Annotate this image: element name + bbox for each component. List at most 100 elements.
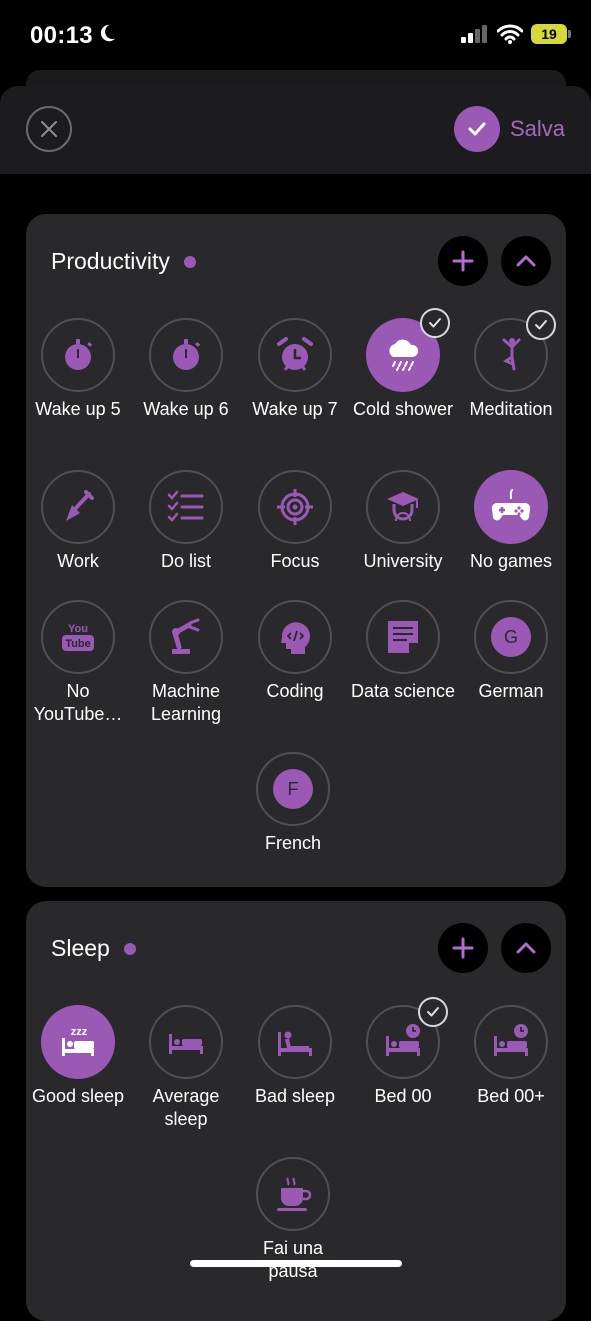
habit-label: Do list	[160, 551, 211, 571]
habit-label: Coding	[266, 681, 324, 701]
habit-toggle[interactable]	[366, 997, 448, 1079]
bed-icon	[166, 1022, 206, 1062]
habit-label: Average sleep	[152, 1086, 220, 1129]
habit-toggle[interactable]	[41, 470, 115, 544]
habit-label: Wake up 5	[35, 399, 121, 419]
stopwatch-icon	[166, 335, 206, 375]
habit-label: Wake up 7	[252, 399, 338, 419]
habit-toggle[interactable]	[366, 470, 440, 544]
habit-toggle[interactable]	[258, 318, 332, 392]
shovel-icon	[58, 487, 98, 527]
habit-item[interactable]: Wake up 6	[132, 318, 240, 421]
habit-item[interactable]: Data science	[349, 600, 457, 703]
habit-item[interactable]: Focus	[241, 470, 349, 573]
rain-cloud-icon	[383, 335, 423, 375]
habit-item[interactable]: No games	[457, 470, 565, 573]
habit-label: No games	[469, 551, 553, 571]
habit-item[interactable]: Coding	[241, 600, 349, 703]
svg-text:Tube: Tube	[65, 638, 90, 650]
target-icon	[275, 487, 315, 527]
habit-toggle[interactable]	[366, 308, 450, 392]
habit-label: French	[264, 833, 322, 853]
habit-toggle[interactable]: You Tube	[41, 600, 115, 674]
habit-item[interactable]: Bad sleep	[241, 1005, 349, 1108]
habit-item[interactable]: Wake up 7	[241, 318, 349, 421]
save-check-icon	[453, 106, 500, 152]
collapse-button[interactable]	[501, 236, 551, 286]
habit-item[interactable]: F French	[239, 752, 347, 855]
habit-item[interactable]: Cold shower	[349, 308, 457, 421]
habit-item[interactable]: G German	[457, 600, 565, 703]
habit-toggle[interactable]	[366, 600, 440, 674]
moon-icon	[100, 24, 116, 42]
habit-toggle[interactable]: F	[256, 752, 330, 826]
habit-toggle[interactable]	[474, 470, 548, 544]
home-indicator	[190, 1260, 402, 1267]
habit-toggle[interactable]: zzz	[41, 1005, 115, 1079]
add-habit-button[interactable]	[438, 923, 488, 973]
section-title[interactable]: Productivity	[51, 248, 196, 275]
section-card-productivity: Productivity Wake up 5 Wake up 6 Wake up 7…	[26, 214, 566, 887]
battery-indicator: 19	[531, 24, 571, 44]
habit-item[interactable]: Work	[24, 470, 132, 573]
plus-icon	[452, 250, 474, 272]
habit-item[interactable]: Bed 00	[349, 997, 457, 1108]
habit-item[interactable]: Machine Learning	[132, 600, 240, 726]
habit-toggle[interactable]	[149, 470, 223, 544]
section-title[interactable]: Sleep	[51, 935, 136, 962]
habit-toggle[interactable]	[474, 310, 556, 392]
habit-item[interactable]: You Tube No YouTube…	[24, 600, 132, 726]
letter-f-icon: F	[273, 769, 313, 809]
habit-toggle[interactable]: G	[474, 600, 548, 674]
coffee-cup-icon	[273, 1174, 313, 1214]
habit-toggle[interactable]	[256, 1157, 330, 1231]
habit-label: University	[363, 551, 443, 571]
habit-toggle[interactable]	[41, 318, 115, 392]
collapse-button[interactable]	[501, 923, 551, 973]
chevron-up-icon	[516, 942, 536, 954]
chevron-up-icon	[516, 255, 536, 267]
habit-label: No YouTube…	[33, 681, 123, 724]
battery-level: 19	[541, 26, 557, 42]
habit-label: Work	[57, 551, 99, 571]
checklist-icon	[166, 487, 206, 527]
habit-item[interactable]: Meditation	[457, 310, 565, 421]
habit-item[interactable]: Wake up 5	[24, 318, 132, 421]
habit-label: Meditation	[469, 399, 553, 419]
bed-clock-icon	[383, 1022, 423, 1062]
habit-label: Good sleep	[31, 1086, 125, 1106]
habit-toggle[interactable]	[149, 600, 223, 674]
graduate-icon	[383, 487, 423, 527]
meditation-icon	[491, 335, 531, 375]
habit-toggle[interactable]	[474, 1005, 548, 1079]
habit-toggle[interactable]	[258, 1005, 332, 1079]
habit-toggle[interactable]	[258, 470, 332, 544]
habit-item[interactable]: zzz Good sleep	[24, 1005, 132, 1108]
habit-item[interactable]: Do list	[132, 470, 240, 573]
section-card-sleep: Sleep zzz Good sleep Average sleep Bad slee…	[26, 901, 566, 1321]
habit-item[interactable]: University	[349, 470, 457, 573]
wifi-icon	[497, 24, 523, 44]
section-color-dot	[183, 255, 196, 268]
close-icon	[41, 121, 57, 137]
section-title-label: Sleep	[51, 935, 110, 961]
habit-label: Bed 00	[374, 1086, 432, 1106]
gamepad-icon	[491, 487, 531, 527]
coding-head-icon	[275, 617, 315, 657]
habit-toggle[interactable]	[149, 1005, 223, 1079]
habit-toggle[interactable]	[258, 600, 332, 674]
plus-icon	[452, 937, 474, 959]
bed-zzz-icon: zzz	[58, 1022, 98, 1062]
stopwatch-icon	[58, 335, 98, 375]
close-button[interactable]	[26, 106, 72, 152]
save-button[interactable]: Salva	[453, 106, 565, 152]
habit-label: Cold shower	[352, 399, 454, 419]
checkmark-icon	[526, 310, 556, 340]
habit-item[interactable]: Bed 00+	[457, 1005, 565, 1108]
alarm-clock-icon	[275, 335, 315, 375]
habit-toggle[interactable]	[149, 318, 223, 392]
svg-text:zzz: zzz	[71, 1026, 88, 1038]
add-habit-button[interactable]	[438, 236, 488, 286]
habit-item[interactable]: Average sleep	[132, 1005, 240, 1131]
svg-text:You: You	[68, 623, 88, 635]
